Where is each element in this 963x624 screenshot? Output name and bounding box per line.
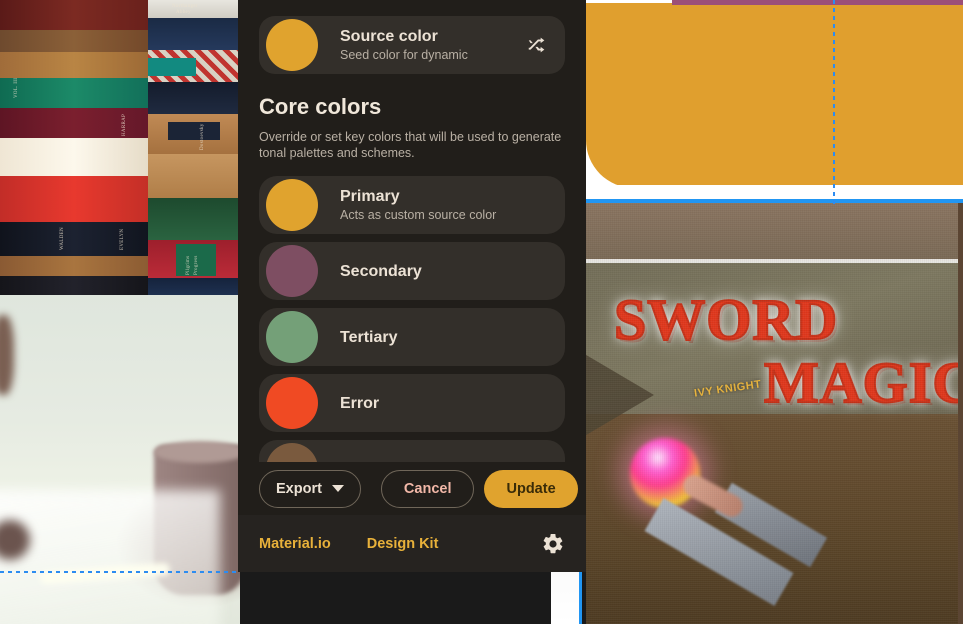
right-edge-sliver bbox=[958, 203, 963, 624]
game-title-line2: MAGIC bbox=[763, 349, 963, 416]
mug-photo bbox=[0, 295, 240, 624]
material-io-link[interactable]: Material.io bbox=[259, 536, 331, 552]
update-button[interactable]: Update bbox=[484, 469, 578, 508]
core-color-row-primary[interactable]: Primary Acts as custom source color bbox=[259, 176, 565, 234]
source-color-row[interactable]: Source color Seed color for dynamic bbox=[259, 16, 565, 74]
theme-builder-panel: Source color Seed color for dynamic Core… bbox=[238, 0, 586, 572]
canvas-orange-panel bbox=[586, 0, 963, 203]
gear-icon[interactable] bbox=[541, 532, 565, 556]
horizontal-guide bbox=[0, 571, 240, 573]
section-description: Override or set key colors that will be … bbox=[259, 130, 562, 160]
tertiary-label: Tertiary bbox=[340, 328, 398, 346]
error-label: Error bbox=[340, 394, 380, 412]
core-color-row-secondary[interactable]: Secondary bbox=[259, 242, 565, 300]
core-color-row-error[interactable]: Error bbox=[259, 374, 565, 432]
vertical-guide bbox=[833, 0, 835, 205]
neutral-color-swatch[interactable] bbox=[266, 443, 318, 462]
design-kit-link[interactable]: Design Kit bbox=[367, 536, 439, 552]
shuffle-button[interactable] bbox=[517, 25, 557, 65]
primary-label: Primary bbox=[340, 188, 400, 205]
export-button[interactable]: Export bbox=[259, 469, 361, 508]
card-selection-edge bbox=[579, 572, 582, 624]
action-bar: Export Cancel Update bbox=[238, 462, 586, 515]
secondary-color-swatch[interactable] bbox=[266, 245, 318, 297]
error-color-swatch[interactable] bbox=[266, 377, 318, 429]
game-title-line1: SWORD bbox=[613, 286, 839, 353]
secondary-label: Secondary bbox=[340, 262, 422, 280]
core-color-row-neutral[interactable]: Neutral bbox=[259, 440, 565, 462]
primary-color-swatch[interactable] bbox=[266, 179, 318, 231]
shuffle-icon bbox=[528, 37, 545, 53]
cancel-button[interactable]: Cancel bbox=[380, 469, 475, 508]
primary-subtitle: Acts as custom source color bbox=[340, 208, 497, 222]
screen: Northanger Abbey VOL. III HARRAP WALDEN … bbox=[0, 0, 963, 624]
white-card-edge bbox=[551, 572, 581, 624]
game-art-sword-and-magic: SWORD MAGIC IVY KNIGHT bbox=[586, 203, 963, 624]
export-label: Export bbox=[276, 480, 322, 497]
source-color-title: Source color bbox=[340, 28, 438, 45]
source-color-swatch[interactable] bbox=[266, 19, 318, 71]
panel-footer: Material.io Design Kit bbox=[238, 515, 586, 572]
accent-strip bbox=[672, 0, 963, 5]
source-color-subtitle: Seed color for dynamic bbox=[340, 48, 468, 62]
panel-scroll-area[interactable]: Source color Seed color for dynamic Core… bbox=[238, 0, 586, 462]
chevron-down-icon bbox=[331, 485, 344, 492]
tertiary-color-swatch[interactable] bbox=[266, 311, 318, 363]
section-title: Core colors bbox=[259, 94, 382, 119]
game-subtitle: IVY KNIGHT bbox=[693, 378, 763, 400]
magic-orb bbox=[630, 438, 700, 508]
books-photo: Northanger Abbey VOL. III HARRAP WALDEN … bbox=[0, 0, 240, 295]
core-color-row-tertiary[interactable]: Tertiary bbox=[259, 308, 565, 366]
core-colors-section: Core colors Override or set key colors t… bbox=[238, 82, 586, 161]
